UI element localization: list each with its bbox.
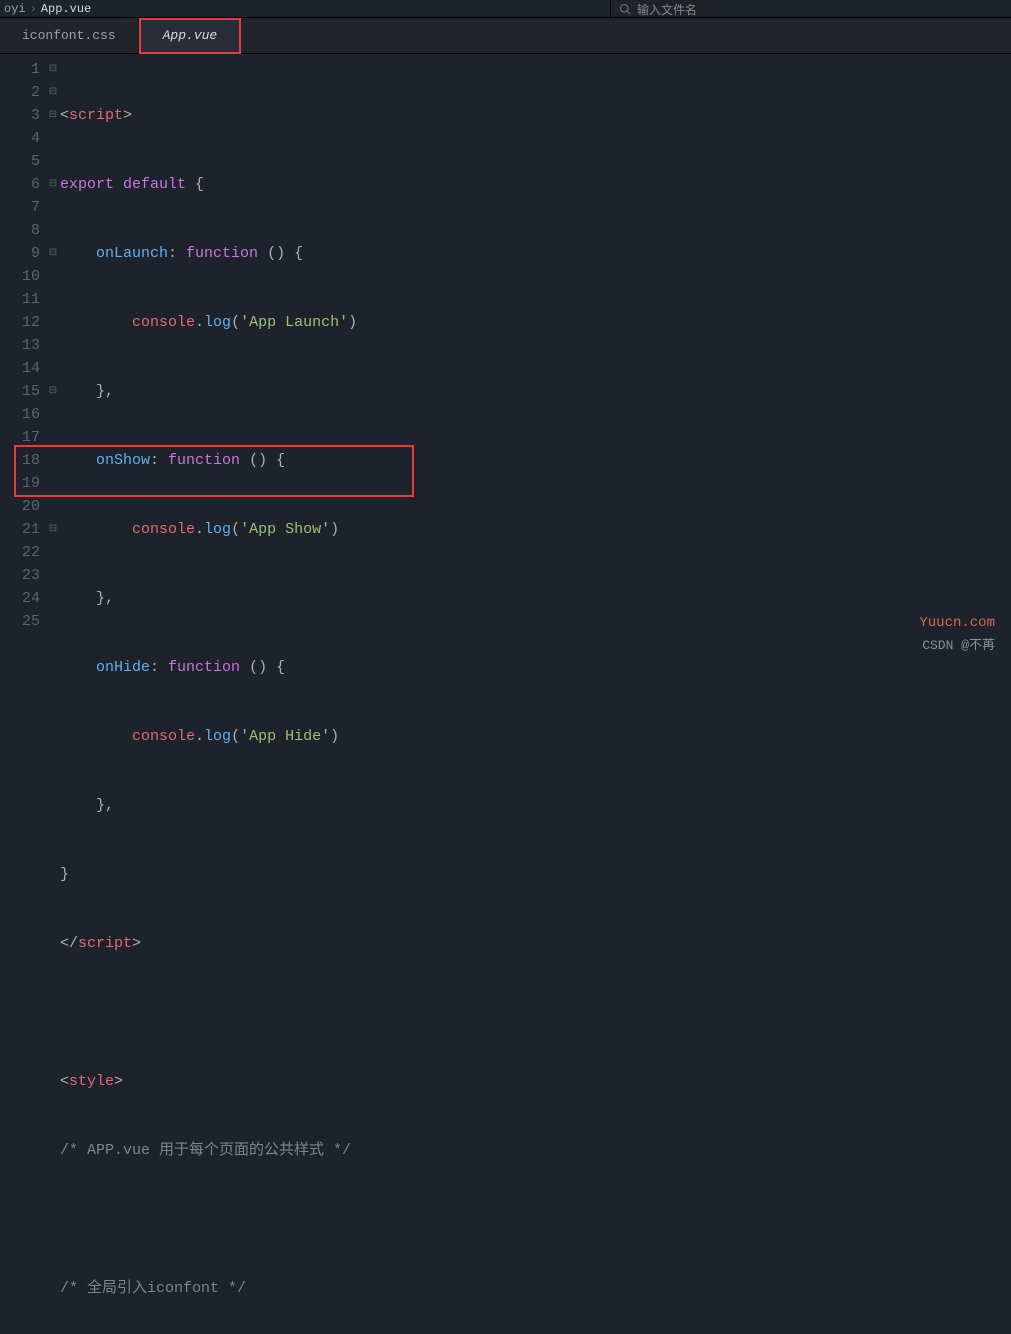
fold-gutter: ⊟⊟⊟⊟⊟⊟⊟ bbox=[46, 54, 60, 1334]
breadcrumb: oyi › App.vue bbox=[0, 0, 1011, 18]
crumb-2[interactable]: App.vue bbox=[41, 2, 91, 16]
tab-iconfont-css[interactable]: iconfont.css bbox=[0, 18, 139, 54]
crumb-1[interactable]: oyi bbox=[4, 2, 26, 16]
editor[interactable]: 1234567891011121314151617181920212223242… bbox=[0, 54, 1011, 1334]
watermark-yuucn: Yuucn.com bbox=[919, 615, 995, 631]
tab-app-vue[interactable]: App.vue bbox=[139, 18, 242, 54]
tab-label: iconfont.css bbox=[22, 28, 116, 43]
filename-search[interactable]: 输入文件名 bbox=[610, 0, 697, 18]
line-gutter: 1234567891011121314151617181920212223242… bbox=[0, 54, 46, 1334]
search-placeholder: 输入文件名 bbox=[637, 1, 697, 18]
watermark-csdn: CSDN @不苒 bbox=[922, 634, 995, 653]
code-area[interactable]: <script> export default { onLaunch: func… bbox=[60, 54, 1011, 1334]
search-icon bbox=[619, 3, 631, 15]
tab-label: App.vue bbox=[163, 28, 218, 43]
tab-bar: iconfont.css App.vue bbox=[0, 18, 1011, 54]
crumb-sep: › bbox=[30, 2, 37, 16]
